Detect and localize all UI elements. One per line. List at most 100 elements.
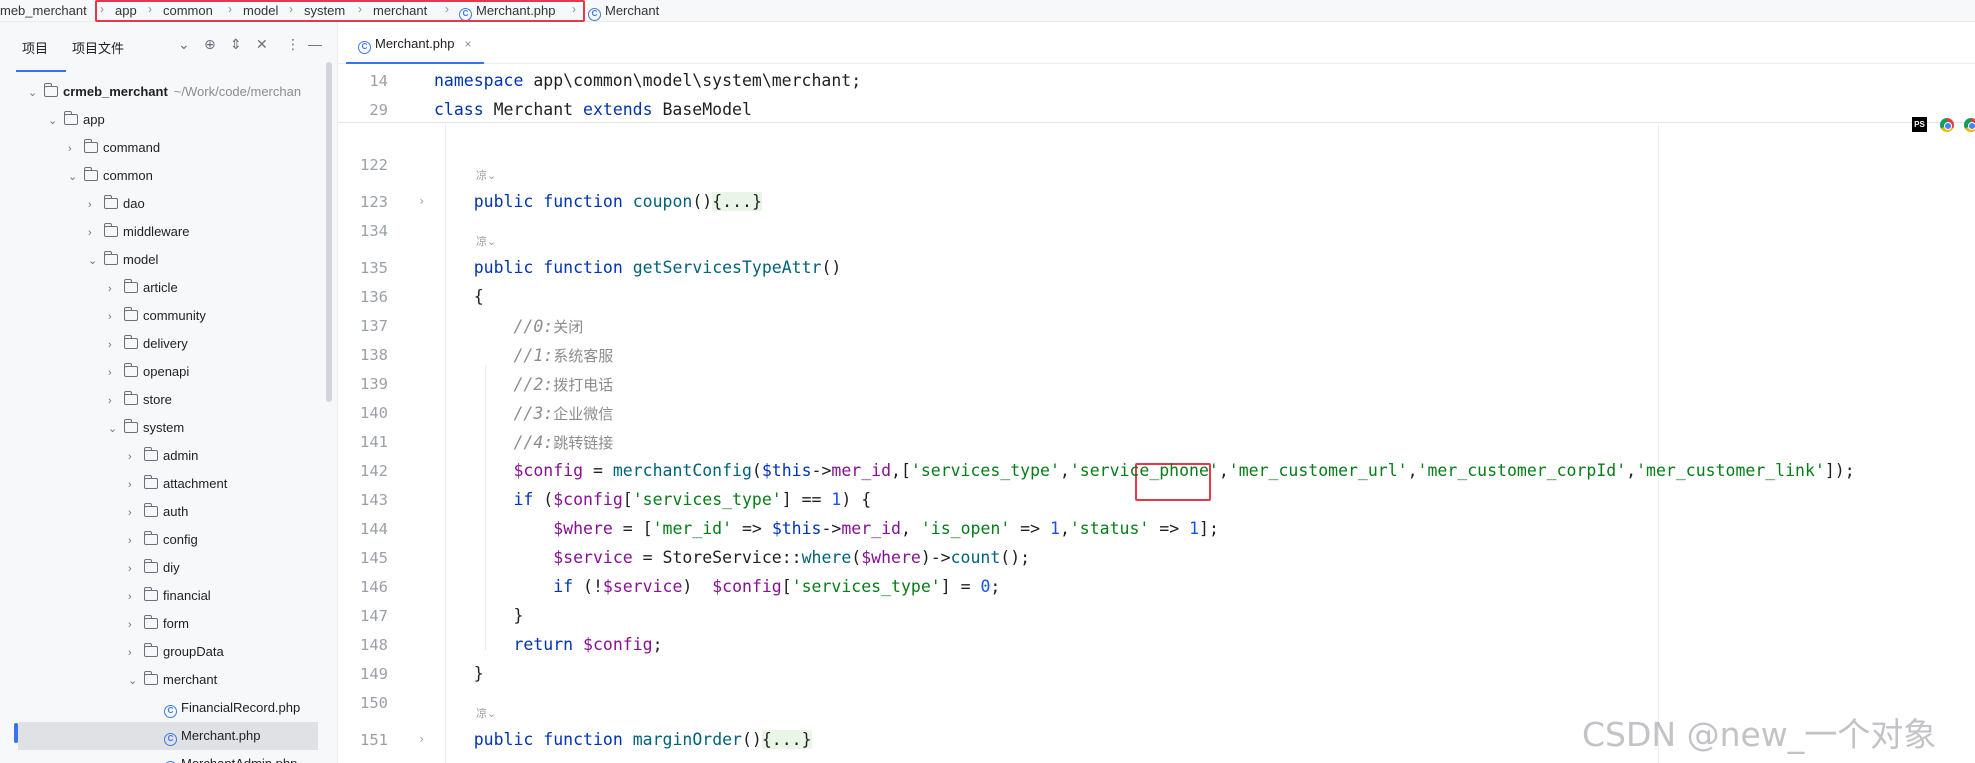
locate-icon[interactable]: ⊕ xyxy=(204,36,216,53)
tree-item-label: article xyxy=(143,280,178,295)
fold-expand-icon[interactable]: › xyxy=(418,732,425,746)
code-line[interactable]: if ($config['services_type'] == 1) { xyxy=(434,490,871,509)
tree-item-label: admin xyxy=(163,448,199,463)
tree-scrollbar[interactable] xyxy=(326,62,332,402)
breadcrumb-highlight-box xyxy=(95,0,585,22)
chevron-right-icon[interactable]: › xyxy=(108,303,120,331)
chevron-down-icon[interactable]: ⌄ xyxy=(128,667,140,695)
editor-tab-label: Merchant.php xyxy=(375,36,455,51)
chevron-right-icon[interactable]: › xyxy=(108,359,120,387)
tree-item-label: form xyxy=(163,616,189,631)
folder-icon xyxy=(84,167,98,181)
code-line[interactable]: } xyxy=(434,664,484,683)
inlay-hint[interactable]: 凉⌄ xyxy=(476,233,496,249)
inlay-hint[interactable]: 凉⌄ xyxy=(476,167,496,183)
breadcrumb-class-label: Merchant xyxy=(605,3,660,18)
minimize-icon[interactable]: — xyxy=(308,36,322,52)
code-line[interactable]: //4:跳转链接 xyxy=(434,432,613,453)
code-line[interactable]: //2:拨打电话 xyxy=(434,374,613,395)
code-line[interactable]: $where = ['mer_id' => $this->mer_id, 'is… xyxy=(434,519,1219,538)
collapse-all-icon[interactable]: ✕ xyxy=(256,36,268,53)
chevron-down-icon[interactable]: ⌄ xyxy=(88,247,100,275)
code-line[interactable]: //3:企业微信 xyxy=(434,403,613,424)
folder-icon xyxy=(104,251,118,265)
code-line[interactable]: namespace app\common\model\system\mercha… xyxy=(434,71,861,90)
chevron-down-icon[interactable]: ⌄ xyxy=(48,107,60,135)
chevron-right-icon[interactable]: › xyxy=(68,135,80,163)
code-line[interactable]: $config = merchantConfig($this->mer_id,[… xyxy=(434,461,1854,480)
tab-project-files[interactable]: 项目文件 xyxy=(72,38,124,57)
code-editor[interactable]: 14 namespace app\common\model\system\merc… xyxy=(338,65,1975,763)
chevron-down-icon[interactable]: ⌄ xyxy=(28,79,40,107)
editor-tab-bar: C Merchant.php × xyxy=(338,22,1975,64)
chevron-right-icon[interactable]: › xyxy=(128,471,140,499)
code-line[interactable]: if (!$service) $config['services_type'] … xyxy=(434,577,1000,596)
line-number: 147 xyxy=(360,607,388,625)
folder-icon xyxy=(144,559,158,573)
chevron-right-icon[interactable]: › xyxy=(128,611,140,639)
code-line[interactable]: } xyxy=(434,606,523,625)
chevron-right-icon[interactable]: › xyxy=(88,191,100,219)
tree-item-label: financial xyxy=(163,588,211,603)
tree-item-label: MerchantAdmin.php xyxy=(181,756,297,763)
chevron-right-icon[interactable]: › xyxy=(128,583,140,611)
code-line[interactable]: return $config; xyxy=(434,635,662,654)
tree-item-label: command xyxy=(103,140,161,155)
chevron-right-icon[interactable]: › xyxy=(128,443,140,471)
tree-item-label: delivery xyxy=(143,336,188,351)
sticky-lines-separator xyxy=(338,122,1975,123)
code-line[interactable]: { xyxy=(434,287,484,306)
folder-icon xyxy=(124,391,138,405)
tree-folder-item[interactable]: ⌄ crmeb_merchant ~/Work/code/merchan xyxy=(28,78,338,106)
chevron-down-icon[interactable]: ⌄ xyxy=(68,163,80,191)
tree-item-label: model xyxy=(123,252,159,267)
tree-folder-item[interactable]: ⌄ app xyxy=(48,106,358,134)
line-number: 123 xyxy=(360,193,388,211)
close-icon[interactable]: × xyxy=(465,37,472,51)
chevron-right-icon[interactable]: › xyxy=(128,499,140,527)
chevron-down-icon[interactable]: ⌄ xyxy=(178,36,190,53)
folder-icon xyxy=(124,279,138,293)
chevron-right-icon[interactable]: › xyxy=(128,555,140,583)
code-line[interactable]: public function getServicesTypeAttr() xyxy=(434,258,842,277)
selected-file-marker xyxy=(14,723,18,743)
tool-window-strip xyxy=(0,22,8,763)
code-line[interactable]: public function marginOrder(){...} xyxy=(434,730,812,749)
breadcrumb-project[interactable]: meb_merchant xyxy=(0,3,87,18)
tree-item-label: crmeb_merchant xyxy=(63,84,168,99)
chevron-right-icon[interactable]: › xyxy=(128,639,140,667)
fold-expand-icon[interactable]: › xyxy=(418,194,425,208)
chevron-right-icon[interactable]: › xyxy=(108,275,120,303)
line-number: 142 xyxy=(360,462,388,480)
more-options-icon[interactable]: ⋮ xyxy=(286,36,300,53)
tab-project[interactable]: 项目 xyxy=(22,38,48,57)
chevron-right-icon[interactable]: › xyxy=(88,219,100,247)
tree-item-label: auth xyxy=(163,504,189,519)
tree-file-item[interactable]: C Merchant.php xyxy=(18,722,318,750)
code-line[interactable]: //1:系统客服 xyxy=(434,345,613,366)
line-number: 140 xyxy=(360,404,388,422)
chevron-right-icon[interactable]: › xyxy=(108,331,120,359)
phpstorm-icon[interactable]: PS xyxy=(1912,117,1927,132)
chevron-right-icon[interactable]: › xyxy=(128,527,140,555)
folder-icon xyxy=(124,335,138,349)
chevron-down-icon[interactable]: ⌄ xyxy=(108,415,120,443)
chrome-icon[interactable] xyxy=(1940,118,1954,132)
browser-icon[interactable] xyxy=(1964,118,1975,132)
tree-item-label: openapi xyxy=(143,364,190,379)
code-line[interactable]: class Merchant extends BaseModel xyxy=(434,100,752,119)
code-line[interactable]: public function coupon(){...} xyxy=(434,192,762,211)
tree-item-label: common xyxy=(103,168,153,183)
code-line[interactable]: $service = StoreService::where($where)->… xyxy=(434,548,1030,567)
chevron-right-icon[interactable]: › xyxy=(108,387,120,415)
editor-tab-merchant-php[interactable]: C Merchant.php × xyxy=(346,22,484,64)
code-line[interactable]: //0:关闭 xyxy=(434,316,583,337)
tree-item-path: ~/Work/code/merchan xyxy=(173,84,302,99)
expand-all-icon[interactable]: ⇕ xyxy=(230,36,242,53)
breadcrumb: meb_merchant › app › common › model › sy… xyxy=(0,0,1975,22)
line-number: 14 xyxy=(369,72,388,90)
inlay-hint[interactable]: 凉⌄ xyxy=(476,705,496,721)
folder-icon xyxy=(144,475,158,489)
breadcrumb-item-class[interactable]: C Merchant xyxy=(588,3,659,21)
tree-item-label: system xyxy=(143,420,185,435)
